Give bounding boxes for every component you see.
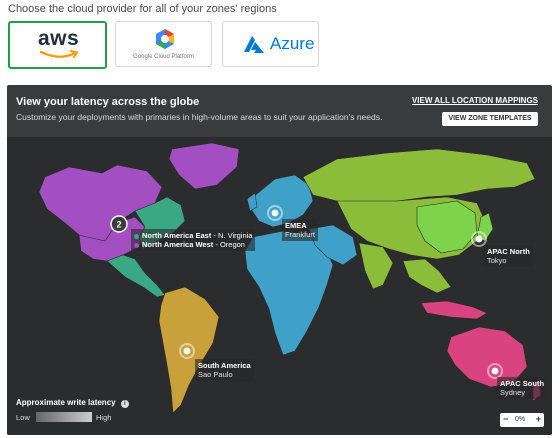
central-america-region bbox=[106, 254, 166, 298]
aws-provider-button[interactable]: aws bbox=[8, 21, 107, 69]
india-region bbox=[358, 242, 394, 290]
north-america-cluster-marker: 2 bbox=[110, 215, 128, 233]
view-zone-templates-button[interactable]: VIEW ZONE TEMPLATES bbox=[442, 112, 538, 126]
zoom-control: − 0% + bbox=[500, 413, 544, 427]
russia-region bbox=[302, 148, 536, 204]
panel-subtitle: Customize your deployments with primarie… bbox=[16, 112, 383, 122]
zoom-out-button[interactable]: − bbox=[503, 414, 508, 424]
azure-provider-button[interactable]: Azure bbox=[222, 21, 319, 67]
na-west-item[interactable]: North America West - Oregon bbox=[134, 240, 252, 249]
legend-high-label: High bbox=[96, 413, 112, 422]
gcp-logo-text: Google Cloud Platform bbox=[133, 54, 194, 60]
southeast-asia-region bbox=[402, 258, 452, 294]
zoom-level: 0% bbox=[515, 416, 526, 423]
info-icon[interactable]: i bbox=[120, 400, 129, 408]
cluster-count: 2 bbox=[116, 220, 121, 230]
page-heading: Choose the cloud provider for all of you… bbox=[8, 3, 277, 15]
greenland-region bbox=[168, 142, 240, 190]
zoom-in-button[interactable]: + bbox=[536, 414, 541, 424]
apac-north-label[interactable]: APAC North Tokyo bbox=[484, 245, 533, 267]
azure-logo-text: Azure bbox=[270, 34, 315, 53]
latency-gradient-bar bbox=[36, 412, 92, 422]
google-cloud-icon bbox=[156, 29, 174, 49]
view-all-mappings-link[interactable]: VIEW ALL LOCATION MAPPINGS bbox=[412, 96, 538, 105]
apac-south-label[interactable]: APAC South Sydney bbox=[497, 377, 548, 399]
world-map-svg: 2 bbox=[38, 142, 542, 414]
na-west-dot bbox=[134, 242, 139, 248]
legend-low-label: Low bbox=[16, 413, 30, 422]
na-east-item[interactable]: North America East - N. Virginia bbox=[134, 231, 252, 240]
aws-logo-text: aws bbox=[38, 27, 80, 50]
na-regions-label: North America East - N. Virginia North A… bbox=[131, 229, 256, 251]
indonesia-region bbox=[420, 300, 488, 320]
aws-smile-icon bbox=[40, 50, 79, 58]
gcp-provider-button[interactable]: Google Cloud Platform bbox=[115, 21, 212, 67]
azure-logo-icon bbox=[244, 36, 264, 53]
latency-panel: View your latency across the globe Custo… bbox=[7, 85, 552, 435]
south-america-label[interactable]: South America Sao Paulo bbox=[195, 359, 254, 381]
panel-title: View your latency across the globe bbox=[16, 96, 200, 108]
emea-label[interactable]: EMEA Frankfurt bbox=[282, 219, 319, 241]
na-east-dot bbox=[134, 233, 139, 239]
legend-title: Approximate write latency i bbox=[16, 398, 129, 408]
world-latency-map[interactable]: 2 North America East - N. Virginia North… bbox=[7, 137, 552, 435]
